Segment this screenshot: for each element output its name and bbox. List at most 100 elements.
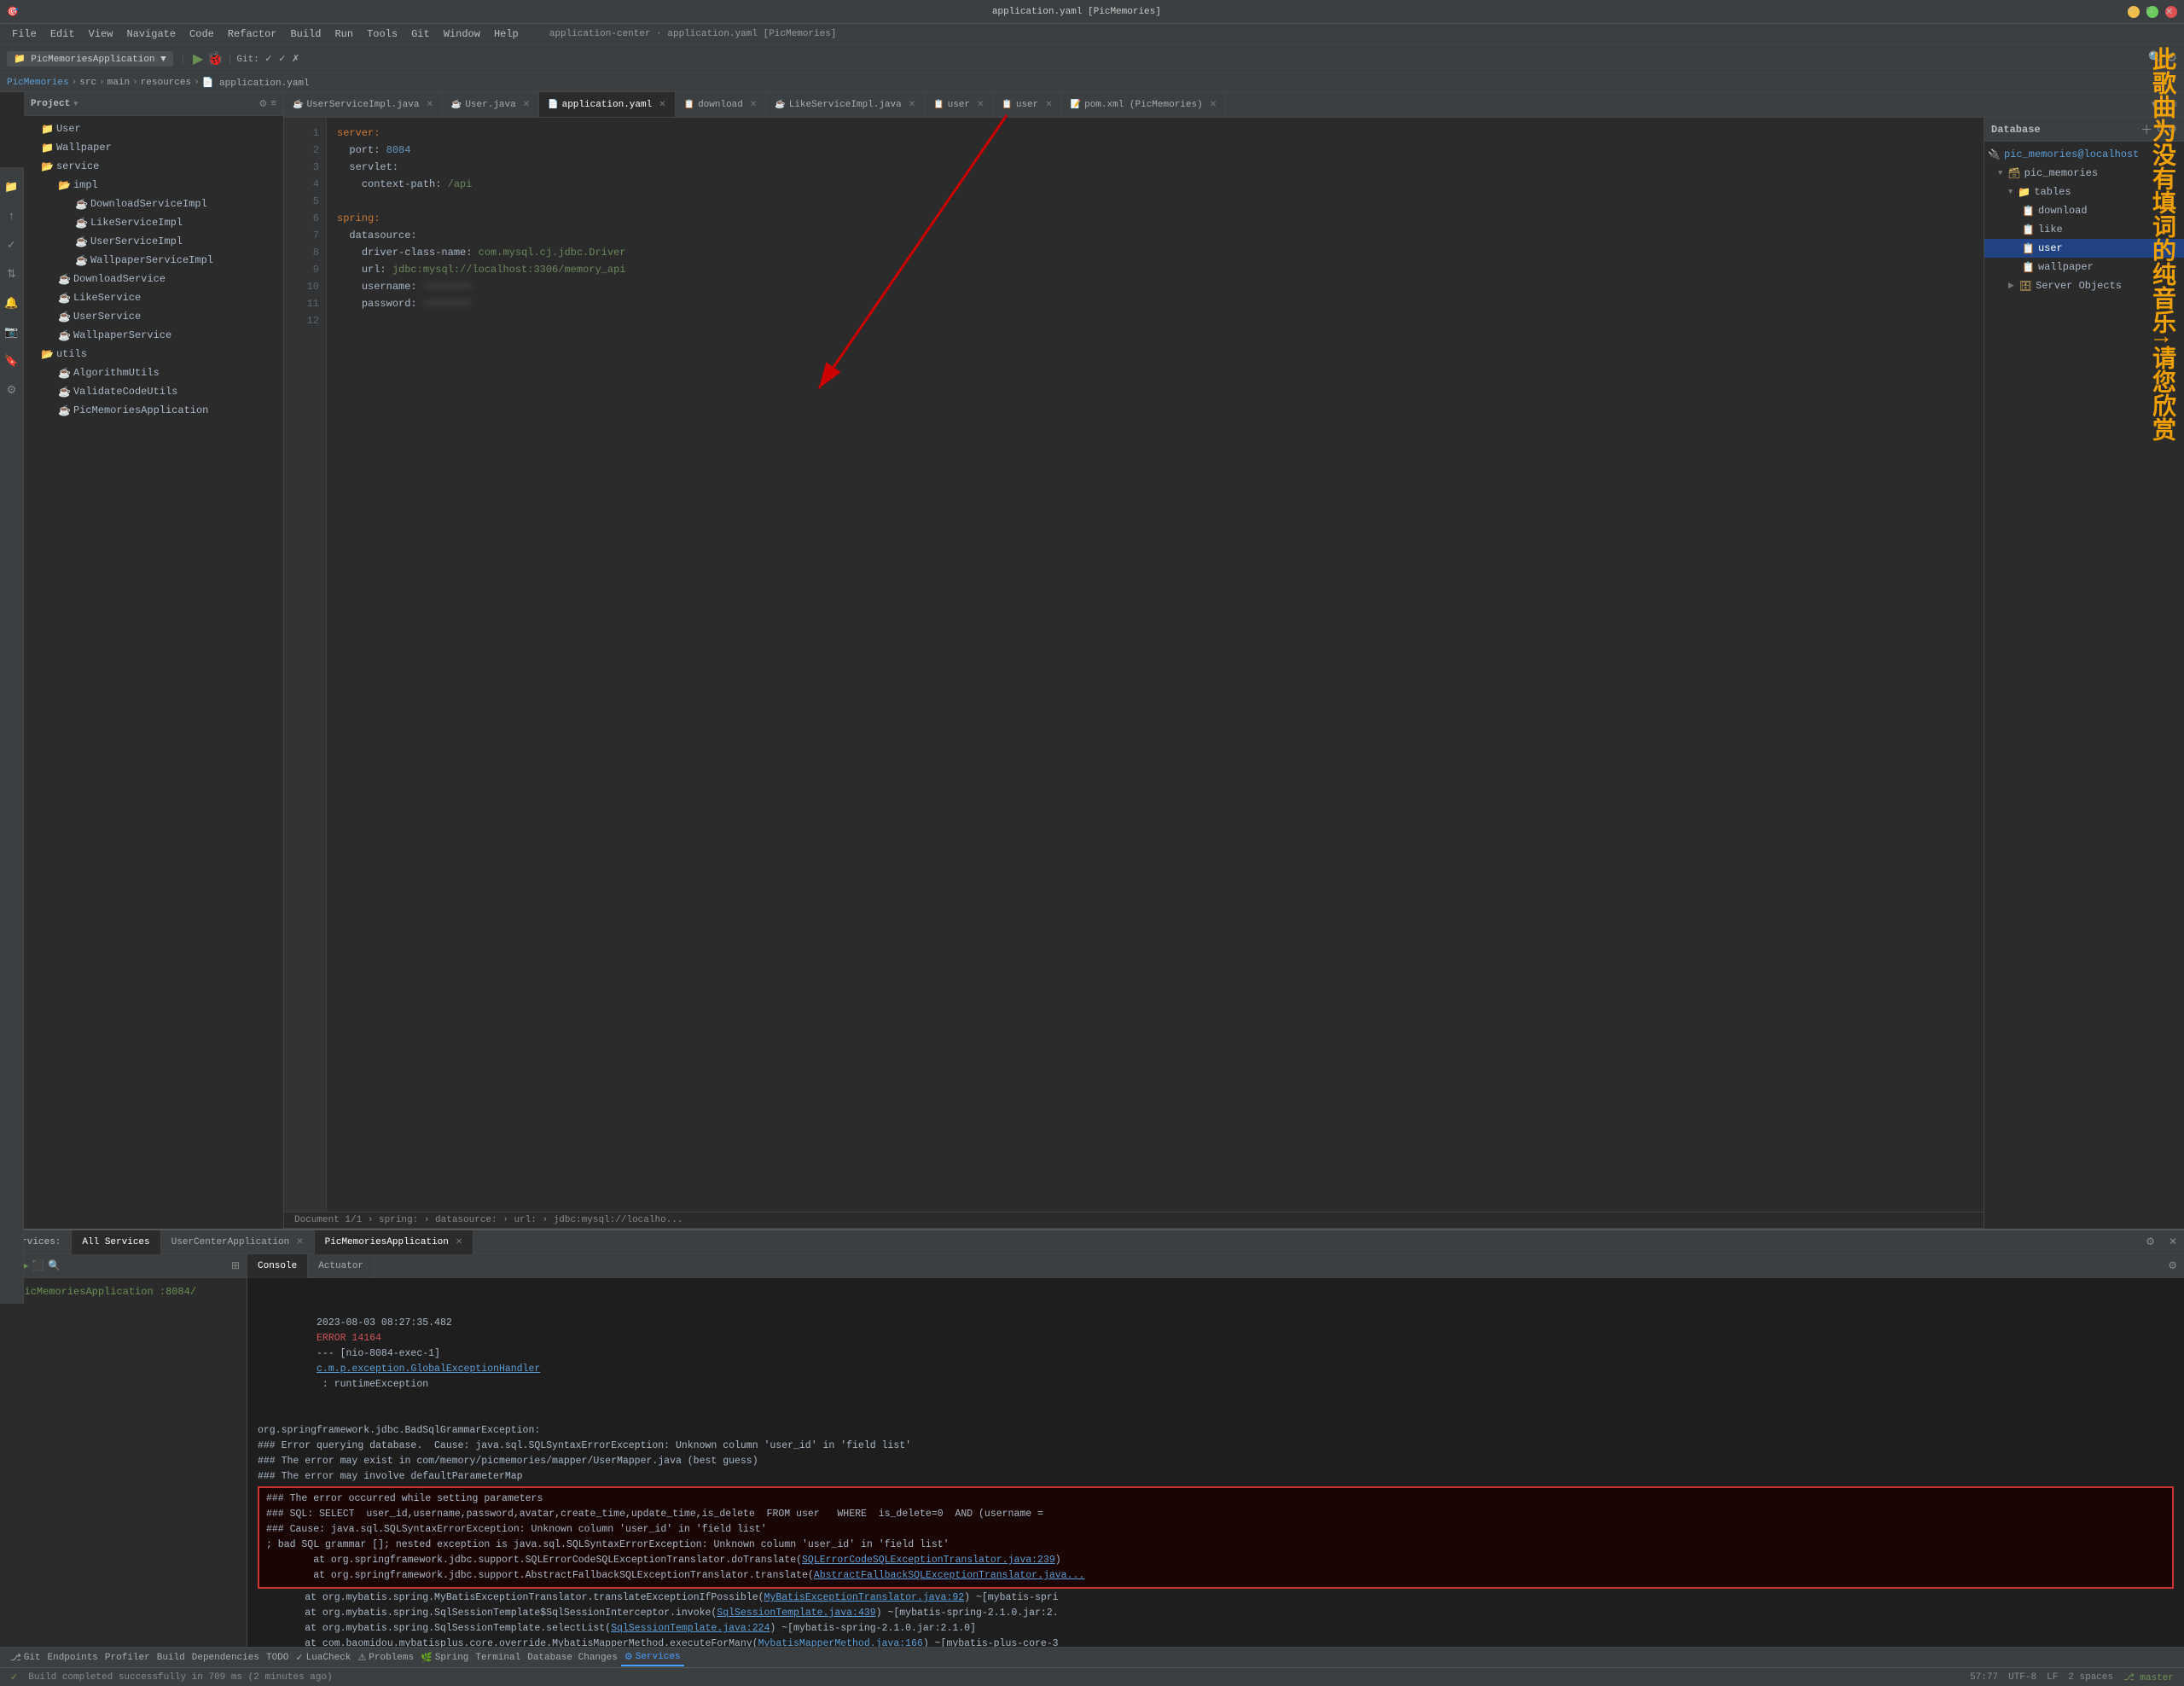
settings-btn[interactable]: ⚙ [2166, 51, 2177, 66]
tree-wallpaper[interactable]: 📁 Wallpaper [24, 138, 283, 157]
services-user-center-tab[interactable]: UserCenterApplication ✕ [161, 1230, 315, 1254]
project-menu-btn[interactable]: ≡ [270, 99, 276, 109]
tab-profiler[interactable]: Profiler [102, 1651, 154, 1665]
resources-crumb[interactable]: resources [141, 78, 191, 88]
camera-icon[interactable]: 📷 [0, 319, 25, 345]
maximize-btn[interactable]: □ [2146, 6, 2158, 18]
services-expand-btn[interactable]: ⊞ [231, 1259, 240, 1272]
tab-user-service-impl[interactable]: ☕ UserServiceImpl.java ✕ [284, 92, 443, 118]
db-settings-btn[interactable]: ⚙ [2168, 123, 2177, 136]
services-pic-memories-app[interactable]: ▶ PicMemoriesApplication :8084/ [0, 1282, 247, 1302]
db-user-table[interactable]: 📋 user [1984, 239, 2184, 258]
actuator-tab[interactable]: Actuator [308, 1254, 375, 1278]
tree-service[interactable]: 📂 service [24, 157, 283, 176]
tab-close-btn3[interactable]: ✕ [659, 100, 665, 110]
menu-refactor[interactable]: Refactor [223, 26, 282, 42]
tree-user[interactable]: 📁 User [24, 119, 283, 138]
tab-close-btn4[interactable]: ✕ [750, 100, 757, 110]
tab-git[interactable]: ⎇ Git [7, 1650, 44, 1666]
tab-close-btn8[interactable]: ✕ [1210, 100, 1217, 110]
db-add-btn[interactable]: ＋ [2140, 121, 2152, 138]
tab-close-uc[interactable]: ✕ [296, 1237, 303, 1247]
tree-utils[interactable]: 📂 utils [24, 345, 283, 363]
services-pic-memories-tab[interactable]: PicMemoriesApplication ✕ [315, 1230, 474, 1254]
menu-window[interactable]: Window [439, 26, 485, 42]
console-settings-btn[interactable]: ⚙ [2161, 1259, 2184, 1272]
tab-build[interactable]: Build [154, 1651, 189, 1665]
tab-pom[interactable]: 📝 pom.xml (PicMemories) ✕ [1062, 92, 1226, 118]
tree-algorithm-utils[interactable]: ☕ AlgorithmUtils [24, 363, 283, 382]
menu-code[interactable]: Code [184, 26, 219, 42]
tree-like-service[interactable]: ☕ LikeService [24, 288, 283, 307]
tab-dependencies[interactable]: Dependencies [189, 1651, 263, 1665]
menu-edit[interactable]: Edit [45, 26, 80, 42]
menu-view[interactable]: View [84, 26, 119, 42]
tab-like-service-impl[interactable]: ☕ LikeServiceImpl.java ✕ [766, 92, 925, 118]
services-close-btn[interactable]: ✕ [2162, 1235, 2184, 1248]
menu-run[interactable]: Run [329, 26, 358, 42]
db-download-table[interactable]: 📋 download [1984, 201, 2184, 220]
tree-download-impl[interactable]: ☕ DownloadServiceImpl [24, 195, 283, 213]
db-like-table[interactable]: 📋 like [1984, 220, 2184, 239]
tab-db-changes[interactable]: Database Changes [524, 1651, 621, 1665]
tab-overflow-btn[interactable]: ▼ [2145, 99, 2164, 111]
db-refresh-btn[interactable]: ↻ [2156, 123, 2164, 136]
branch-indicator[interactable]: ⎇ master [2123, 1671, 2174, 1683]
tree-user-impl[interactable]: ☕ UserServiceImpl [24, 232, 283, 251]
tab-services[interactable]: ⚙ Services [621, 1649, 684, 1666]
tab-endpoints[interactable]: Endpoints [44, 1651, 102, 1665]
notifications-icon[interactable]: 🔔 [0, 290, 25, 316]
file-crumb[interactable]: 📄 application.yaml [202, 77, 310, 89]
services-stop-btn[interactable]: ⬛ [32, 1259, 44, 1272]
search-everywhere-btn[interactable]: 🔍 [2148, 51, 2163, 66]
menu-git[interactable]: Git [406, 26, 435, 42]
tree-main-app[interactable]: ☕ PicMemoriesApplication [24, 401, 283, 420]
console-tab[interactable]: Console [247, 1254, 308, 1278]
tab-user-java[interactable]: ☕ User.java ✕ [443, 92, 539, 118]
tab-menu-btn[interactable]: ≡ [2164, 99, 2184, 111]
db-tables-folder[interactable]: ▼ 📁 tables [1984, 183, 2184, 201]
services-settings-btn[interactable]: ⚙ [2139, 1235, 2162, 1248]
structure-icon[interactable]: ⚙ [0, 377, 25, 403]
commit-icon[interactable]: ↑ [0, 203, 25, 229]
tab-problems[interactable]: ⚠ Problems [354, 1650, 417, 1666]
close-btn[interactable]: ✕ [2165, 6, 2177, 18]
tree-like-impl[interactable]: ☕ LikeServiceImpl [24, 213, 283, 232]
bookmark-icon[interactable]: 🔖 [0, 348, 25, 374]
tree-impl[interactable]: 📂 impl [24, 176, 283, 195]
tree-validate-utils[interactable]: ☕ ValidateCodeUtils [24, 382, 283, 401]
services-all-tab[interactable]: All Services [72, 1230, 160, 1254]
tab-todo[interactable]: TODO [263, 1651, 292, 1665]
menu-help[interactable]: Help [489, 26, 524, 42]
main-crumb[interactable]: main [107, 78, 130, 88]
tab-download[interactable]: 📋 download ✕ [676, 92, 767, 118]
menu-build[interactable]: Build [285, 26, 326, 42]
tree-download-service[interactable]: ☕ DownloadService [24, 270, 283, 288]
code-content[interactable]: server: port: 8084 servlet: context-path… [327, 118, 1984, 1212]
services-filter-btn[interactable]: 🔍 [48, 1259, 61, 1272]
project-icon[interactable]: 📁 [0, 174, 25, 200]
db-server-objects[interactable]: ▶ 🗄 Server Objects [1984, 276, 2184, 295]
tree-user-service[interactable]: ☕ UserService [24, 307, 283, 326]
tab-application-yaml[interactable]: 📄 application.yaml ✕ [539, 92, 675, 118]
project-crumb[interactable]: PicMemories [7, 78, 69, 88]
tab-spring[interactable]: 🌿 Spring [417, 1650, 472, 1666]
minimize-btn[interactable]: ─ [2128, 6, 2140, 18]
menu-tools[interactable]: Tools [362, 26, 403, 42]
todo-icon[interactable]: ✓ [0, 232, 25, 258]
project-settings-btn[interactable]: ⚙ [259, 98, 268, 110]
db-pic-memories[interactable]: ▼ 🗃 pic_memories [1984, 164, 2184, 183]
tree-wallpaper-impl[interactable]: ☕ WallpaperServiceImpl [24, 251, 283, 270]
db-connection[interactable]: 🔌 pic_memories@localhost [1984, 145, 2184, 164]
db-wallpaper-table[interactable]: 📋 wallpaper [1984, 258, 2184, 276]
tab-close-btn7[interactable]: ✕ [1045, 100, 1052, 110]
menu-navigate[interactable]: Navigate [121, 26, 181, 42]
run-button[interactable]: ▶ [193, 50, 203, 67]
src-crumb[interactable]: src [79, 78, 96, 88]
tab-user1[interactable]: 📋 user ✕ [925, 92, 993, 118]
tab-close-btn6[interactable]: ✕ [977, 100, 984, 110]
tab-terminal[interactable]: Terminal [472, 1651, 524, 1665]
project-selector[interactable]: 📁 PicMemoriesApplication ▼ [7, 51, 173, 67]
code-editor[interactable]: 1 2 3 4 5 6 7 8 9 10 11 12 server: [284, 118, 1984, 1229]
menu-file[interactable]: File [7, 26, 42, 42]
